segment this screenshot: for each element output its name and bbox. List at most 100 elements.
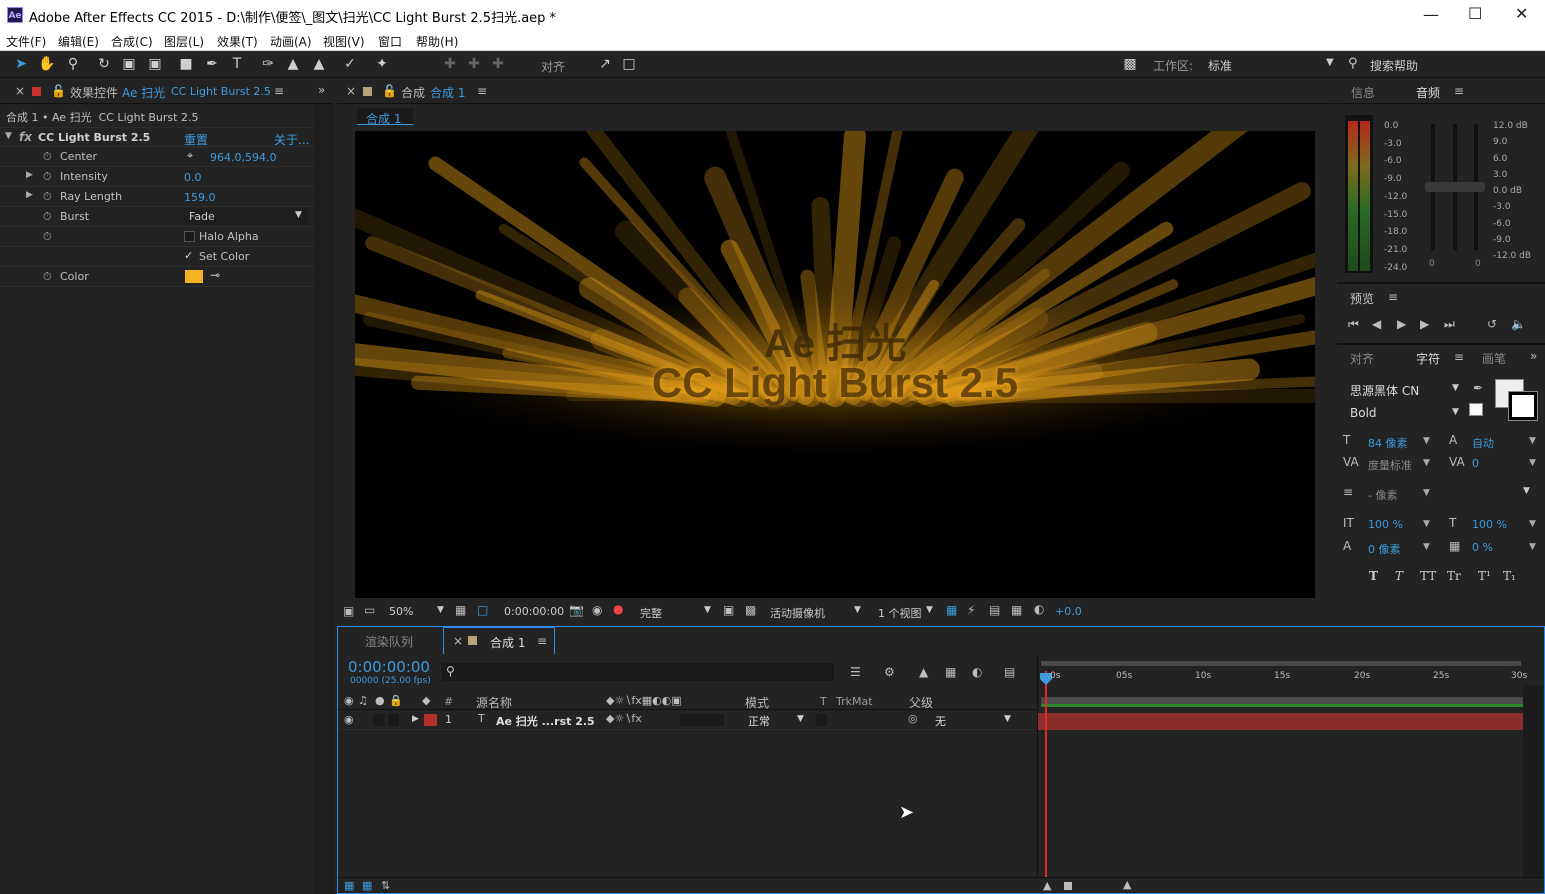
puppet-pin-icon[interactable]: ✦ bbox=[373, 55, 391, 73]
timeline-comp-tab[interactable]: × 合成 1 ≡ bbox=[443, 627, 555, 654]
close-tab-icon[interactable]: × bbox=[346, 84, 356, 98]
work-area-bar[interactable] bbox=[1041, 661, 1521, 666]
axis-world-icon[interactable]: ✚ bbox=[465, 55, 483, 73]
time-navigator[interactable] bbox=[1041, 697, 1523, 707]
solo-toggle[interactable] bbox=[374, 714, 385, 726]
axis-view-icon[interactable]: ✚ bbox=[489, 55, 507, 73]
stamp-tool-icon[interactable]: ▲ bbox=[284, 55, 302, 73]
video-eye-icon[interactable]: ◉ bbox=[344, 713, 354, 726]
chevron-down-icon[interactable]: ▼ bbox=[1529, 542, 1536, 552]
graph-editor-icon[interactable]: ▤ bbox=[1004, 665, 1015, 679]
chevron-down-icon[interactable]: ▼ bbox=[1004, 714, 1011, 724]
minimize-icon[interactable]: — bbox=[1423, 5, 1439, 24]
zoom-in-icon[interactable]: ▲ bbox=[1123, 878, 1131, 891]
stroke-color-swatch[interactable] bbox=[1508, 391, 1538, 421]
type-tool-icon[interactable]: T bbox=[228, 55, 246, 73]
time-graph[interactable]: 0s 05s 10s 15s 20s 25s 30s bbox=[1037, 655, 1544, 893]
fx-icon[interactable]: fx bbox=[19, 130, 32, 144]
menu-file[interactable]: 文件(F) bbox=[6, 33, 46, 50]
effect-panel-scrollbar[interactable] bbox=[315, 104, 333, 894]
modes-toggle-icon[interactable]: ▦ bbox=[362, 879, 372, 892]
workspace-icon[interactable]: ▩ bbox=[1121, 55, 1139, 73]
toggle-pixel-aspect-icon[interactable]: ▦ bbox=[946, 603, 957, 617]
panel-menu-icon[interactable]: ≡ bbox=[1388, 290, 1398, 304]
layer-switch-boxes[interactable] bbox=[680, 714, 724, 726]
chevron-down-icon[interactable]: ▼ bbox=[1423, 436, 1430, 446]
layer-search-input[interactable]: ⚲ bbox=[442, 663, 834, 681]
layer-duration-bar[interactable] bbox=[1038, 713, 1523, 730]
eyedropper-icon[interactable]: ✒ bbox=[1473, 381, 1483, 395]
frame-blending-icon[interactable]: ▦ bbox=[945, 665, 956, 679]
font-style-select[interactable]: Bold bbox=[1350, 406, 1377, 420]
rotate-tool-icon[interactable]: ↻ bbox=[95, 55, 113, 73]
snap-box-icon[interactable]: □ bbox=[620, 55, 638, 73]
lock-toggle[interactable] bbox=[388, 714, 399, 726]
menu-layer[interactable]: 图层(L) bbox=[164, 33, 204, 50]
menu-window[interactable]: 窗口 bbox=[378, 33, 402, 50]
layer-switches[interactable]: ◆☼∖fx bbox=[606, 712, 642, 725]
collapse-triangle-icon[interactable]: ▼ bbox=[5, 131, 12, 141]
col-source-name[interactable]: 源名称 bbox=[476, 694, 512, 711]
lock-icon[interactable]: 🔓 bbox=[382, 84, 397, 98]
menu-edit[interactable]: 编辑(E) bbox=[58, 33, 99, 50]
center-value[interactable]: 964.0,594.0 bbox=[210, 151, 276, 164]
search-help-input[interactable]: 搜索帮助 bbox=[1370, 57, 1418, 74]
stopwatch-icon[interactable]: ⏱ bbox=[43, 190, 52, 204]
last-frame-icon[interactable]: ⏭ bbox=[1444, 317, 1455, 332]
stroke-style-select[interactable]: ▼ bbox=[1433, 483, 1535, 501]
draft-3d-icon[interactable]: ⚙ bbox=[884, 665, 895, 679]
timeline-icon[interactable]: ▤ bbox=[989, 603, 1000, 617]
reset-link[interactable]: 重置 bbox=[184, 131, 208, 148]
audio-mute-icon[interactable]: 🔈 bbox=[1511, 317, 1526, 331]
camera-select[interactable]: 活动摄像机 bbox=[770, 605, 825, 621]
chevron-down-icon[interactable]: ▼ bbox=[1529, 436, 1536, 446]
stroke-width-value[interactable]: - 像素 bbox=[1368, 487, 1397, 503]
zoom-tool-icon[interactable]: ⚲ bbox=[64, 55, 82, 73]
panel-menu-icon[interactable]: ≡ bbox=[1454, 84, 1464, 98]
eraser-tool-icon[interactable]: ▲ bbox=[310, 55, 328, 73]
fill-white-swatch[interactable] bbox=[1469, 403, 1483, 416]
chevron-down-icon[interactable]: ▼ bbox=[704, 605, 711, 615]
lock-icon[interactable]: 🔓 bbox=[51, 84, 66, 98]
mask-visibility-icon[interactable]: □ bbox=[477, 603, 488, 617]
font-size-value[interactable]: 84 像素 bbox=[1368, 435, 1408, 451]
effect-controls-tab[interactable]: 效果控件 bbox=[70, 84, 118, 101]
tab-info[interactable]: 信息 bbox=[1351, 84, 1375, 101]
faux-italic-button[interactable]: T bbox=[1395, 569, 1403, 583]
channel-icon[interactable]: ● bbox=[613, 602, 623, 616]
stopwatch-icon[interactable]: ⏱ bbox=[43, 230, 52, 244]
next-frame-icon[interactable]: ▶ bbox=[1420, 317, 1429, 331]
tab-effect-name[interactable]: CC Light Burst 2.5 bbox=[171, 85, 271, 98]
comp-tab-name[interactable]: 合成 1 bbox=[430, 84, 465, 101]
tsume-value[interactable]: 0 % bbox=[1472, 541, 1493, 554]
panel-expand-icon[interactable]: » bbox=[1530, 349, 1537, 363]
eyedropper-icon[interactable]: ⊸ bbox=[210, 268, 220, 282]
chevron-down-icon[interactable]: ▼ bbox=[437, 605, 444, 615]
expand-triangle-icon[interactable]: ▶ bbox=[26, 170, 33, 180]
panel-menu-icon[interactable]: ≡ bbox=[274, 84, 284, 98]
shy-layers-icon[interactable]: ▲ bbox=[919, 665, 928, 679]
expand-triangle-icon[interactable]: ▶ bbox=[412, 714, 419, 724]
stopwatch-icon[interactable]: ⏱ bbox=[43, 210, 52, 224]
composition-canvas[interactable]: Ae 扫光 CC Light Burst 2.5 bbox=[355, 131, 1315, 598]
chevron-down-icon[interactable]: ▼ bbox=[926, 605, 933, 615]
tab-character[interactable]: 字符 bbox=[1416, 350, 1440, 367]
chevron-down-icon[interactable]: ▼ bbox=[1423, 458, 1430, 468]
preserve-transparency-checkbox[interactable] bbox=[816, 714, 827, 726]
flowchart-icon[interactable]: ▦ bbox=[1011, 603, 1022, 617]
chevron-down-icon[interactable]: ▼ bbox=[1452, 407, 1459, 417]
burst-dropdown[interactable]: Fade ▼ bbox=[184, 208, 308, 225]
viewer-timecode[interactable]: 0:00:00:00 bbox=[504, 605, 564, 618]
chevron-down-icon[interactable]: ▼ bbox=[1529, 458, 1536, 468]
zoom-slider[interactable] bbox=[1064, 882, 1072, 890]
play-icon[interactable]: ▶ bbox=[1397, 317, 1406, 331]
fast-previews-icon[interactable]: ⚡ bbox=[967, 603, 975, 617]
loop-icon[interactable]: ↺ bbox=[1487, 317, 1497, 331]
snap-extend-icon[interactable]: ↗ bbox=[596, 55, 614, 73]
menu-view[interactable]: 视图(V) bbox=[323, 33, 365, 50]
chevron-down-icon[interactable]: ▼ bbox=[797, 714, 804, 724]
tab-align[interactable]: 对齐 bbox=[1350, 350, 1374, 367]
chevron-down-icon[interactable]: ▼ bbox=[1423, 488, 1430, 498]
comp-tab[interactable]: 合成 bbox=[401, 84, 425, 101]
menu-animation[interactable]: 动画(A) bbox=[270, 33, 312, 50]
